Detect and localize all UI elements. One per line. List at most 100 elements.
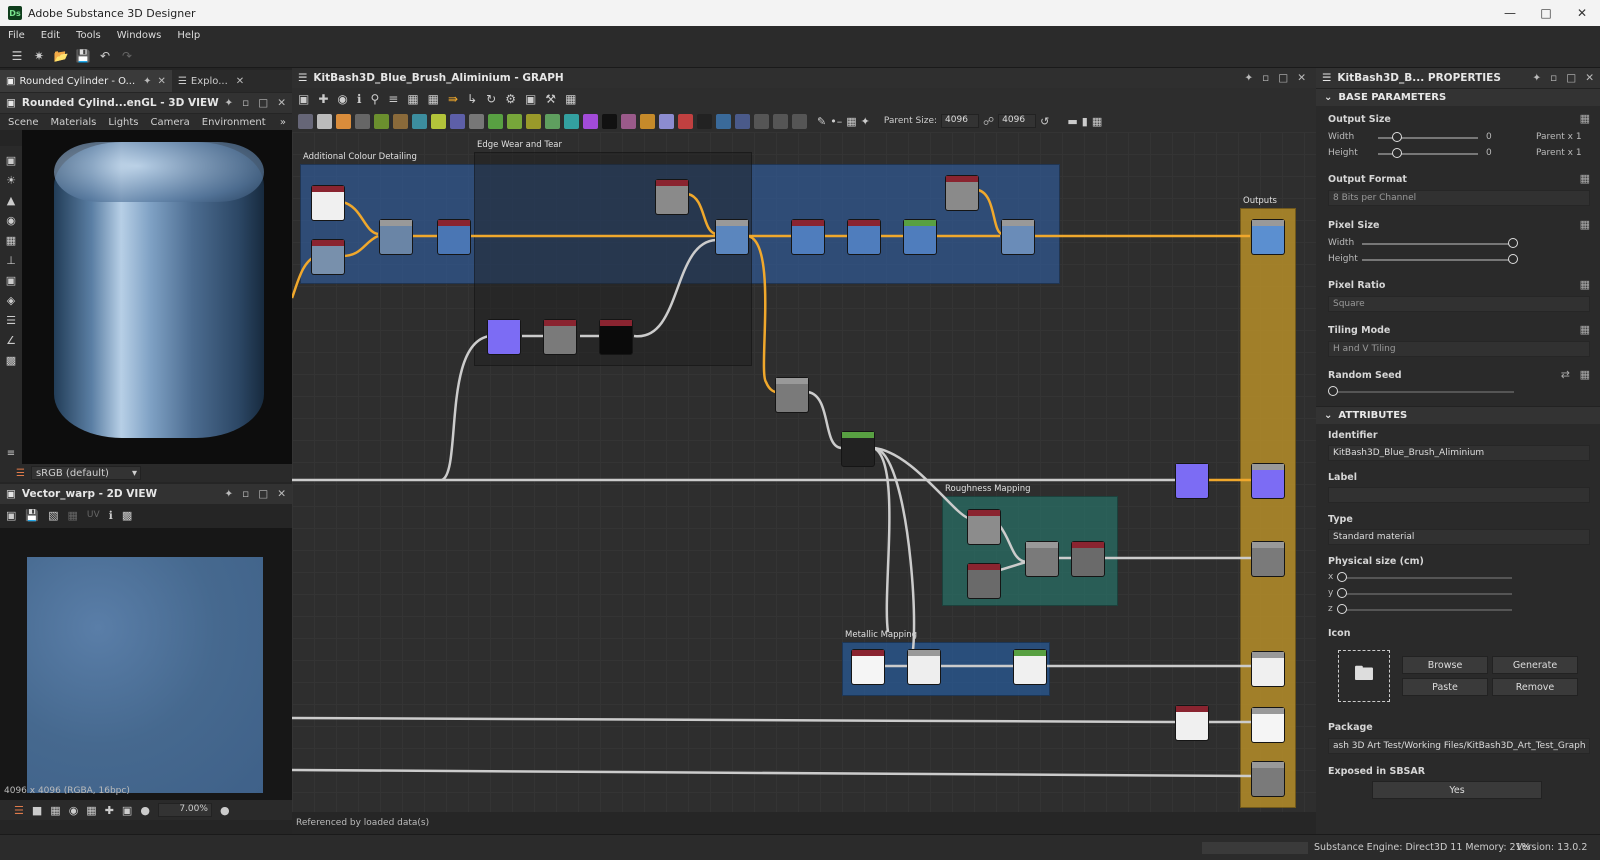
vertical-connector-icon[interactable]: ▮ xyxy=(1082,115,1088,128)
base-parameters-section[interactable]: ⌄ BASE PARAMETERS xyxy=(1316,88,1600,106)
inherit-icon[interactable]: ▦ xyxy=(1580,278,1590,291)
pixel-height-slider[interactable] xyxy=(1362,259,1512,261)
physical-x-slider[interactable] xyxy=(1342,577,1512,579)
copy-icon[interactable]: ▧ xyxy=(48,509,58,522)
random-seed-knob[interactable] xyxy=(1328,386,1338,396)
chevron-right-icon[interactable]: » xyxy=(280,117,286,128)
output-ambient-occlusion[interactable] xyxy=(1252,762,1284,796)
node-metallic-a[interactable] xyxy=(852,650,884,684)
float-icon[interactable]: ▫ xyxy=(242,488,249,500)
menu-tools[interactable]: Tools xyxy=(68,30,109,41)
float-icon[interactable]: ▫ xyxy=(242,97,249,109)
graph-node-icon[interactable] xyxy=(773,113,788,129)
tab-explorer[interactable]: ☰ Explo... ✕ xyxy=(172,70,250,92)
view3d-menu-scene[interactable]: Scene xyxy=(8,117,39,128)
node-roughness-a[interactable] xyxy=(968,510,1000,544)
output-height[interactable] xyxy=(1252,708,1284,742)
float-icon[interactable]: ▫ xyxy=(1262,72,1269,84)
comment-icon[interactable]: ✎ xyxy=(817,115,826,128)
output-node-icon[interactable] xyxy=(678,113,693,129)
background-black-icon[interactable]: ■ xyxy=(32,804,42,817)
curve-node-icon[interactable] xyxy=(374,113,389,129)
node-levels-2[interactable] xyxy=(848,220,880,254)
maximize-icon[interactable]: □ xyxy=(258,97,268,109)
output-basecolor[interactable] xyxy=(1252,220,1284,254)
mesh-cube-icon[interactable]: ▣ xyxy=(6,274,16,287)
uv-dropdown[interactable]: UV xyxy=(87,510,100,520)
exposed-select[interactable]: Yes xyxy=(1372,781,1542,799)
node-noise[interactable] xyxy=(842,432,874,466)
shuffle-icon[interactable]: ⇄ xyxy=(1561,368,1570,381)
remove-button[interactable]: Remove xyxy=(1492,678,1578,696)
channel-rgb-icon[interactable]: ◉ xyxy=(69,804,79,817)
info-icon[interactable]: ℹ xyxy=(109,509,113,522)
frame-selected-icon[interactable]: ✚ xyxy=(318,92,328,106)
type-select[interactable]: Standard material xyxy=(1328,529,1590,545)
shuffle-node-icon[interactable] xyxy=(355,113,370,129)
pin-icon[interactable]: ✦ xyxy=(1532,72,1541,84)
new-graph-icon[interactable]: ☰ xyxy=(6,49,28,63)
reroute-icon[interactable]: •– xyxy=(830,115,842,128)
identifier-input[interactable]: KitBash3D_Blue_Brush_Aliminium xyxy=(1328,445,1590,461)
inherit-icon[interactable]: ▦ xyxy=(1580,218,1590,231)
node-black-mask[interactable] xyxy=(600,320,632,354)
physical-z-knob[interactable] xyxy=(1337,604,1347,614)
viewport-3d[interactable] xyxy=(22,130,292,464)
sphere-node-icon[interactable] xyxy=(450,113,465,129)
layout-icon[interactable]: ▦ xyxy=(407,92,418,106)
inherit-icon[interactable]: ▦ xyxy=(1580,172,1590,185)
grid-icon[interactable]: ▦ xyxy=(6,234,16,247)
paste-button[interactable]: Paste xyxy=(1402,678,1488,696)
pin-icon[interactable]: ✦ xyxy=(143,76,151,87)
fit-icon[interactable]: ▣ xyxy=(122,804,132,817)
blend-node-icon[interactable] xyxy=(526,113,541,129)
node-gray[interactable] xyxy=(776,378,808,412)
node-blend-2[interactable] xyxy=(716,220,748,254)
reset-icon[interactable]: ↺ xyxy=(1040,115,1049,128)
tiling-mode-select[interactable]: H and V Tiling xyxy=(1328,341,1590,357)
pin-down-icon[interactable]: ✦ xyxy=(861,115,870,128)
fit-icon[interactable]: ▣ xyxy=(6,509,16,522)
camera-icon[interactable]: ◉ xyxy=(337,92,347,106)
view3d-menu-materials[interactable]: Materials xyxy=(51,117,97,128)
link-icon[interactable]: ≡ xyxy=(388,92,398,106)
screenshot-icon[interactable]: ◉ xyxy=(6,214,16,227)
menu-help[interactable]: Help xyxy=(169,30,208,41)
fx-map-icon[interactable] xyxy=(469,113,484,129)
wireframe-icon[interactable]: ◈ xyxy=(7,294,15,307)
tiling-icon[interactable]: ▦ xyxy=(68,509,78,522)
output-format-select[interactable]: 8 Bits per Channel xyxy=(1328,190,1590,206)
close-icon[interactable]: ✕ xyxy=(277,97,286,109)
pixel-height-knob[interactable] xyxy=(1508,254,1518,264)
gradient-map-icon[interactable] xyxy=(488,113,503,129)
node-roughness-levels[interactable] xyxy=(1072,542,1104,576)
value-node-icon[interactable] xyxy=(697,113,712,129)
label-input[interactable] xyxy=(1328,487,1590,503)
node-roughness-blend[interactable] xyxy=(1026,542,1058,576)
inherit-icon[interactable]: ▦ xyxy=(1580,368,1590,381)
bitmap-node-icon[interactable] xyxy=(298,113,313,129)
redo-icon[interactable]: ↷ xyxy=(116,49,138,63)
histogram-node-icon[interactable] xyxy=(621,113,636,129)
axis-icon[interactable]: ⊥ xyxy=(6,254,16,267)
tools-icon[interactable]: ⚙ xyxy=(505,92,516,106)
generate-button[interactable]: Generate xyxy=(1492,656,1578,674)
uniform-node-icon[interactable] xyxy=(317,113,332,129)
node-levels[interactable] xyxy=(438,220,470,254)
normal-node-icon[interactable] xyxy=(564,113,579,129)
zoom-slider-icon[interactable]: ● xyxy=(140,804,150,817)
channels-icon[interactable]: ☰ xyxy=(14,804,24,817)
zoom-input[interactable]: 7.00% xyxy=(157,803,212,817)
undo-icon[interactable]: ↶ xyxy=(94,49,116,63)
menu-windows[interactable]: Windows xyxy=(109,30,170,41)
emboss-node-icon[interactable] xyxy=(545,113,560,129)
close-icon[interactable]: ✕ xyxy=(1585,72,1594,84)
node-blend-3[interactable] xyxy=(1002,220,1034,254)
hsl-node-icon[interactable] xyxy=(583,113,598,129)
random-seed-slider[interactable] xyxy=(1334,391,1514,393)
grayscale-node-icon[interactable] xyxy=(507,113,522,129)
comment-node-icon[interactable] xyxy=(735,113,750,129)
node-metallic-curve[interactable] xyxy=(1014,650,1046,684)
frame-node-icon[interactable] xyxy=(716,113,731,129)
inherit-icon[interactable]: ▦ xyxy=(1580,323,1590,336)
